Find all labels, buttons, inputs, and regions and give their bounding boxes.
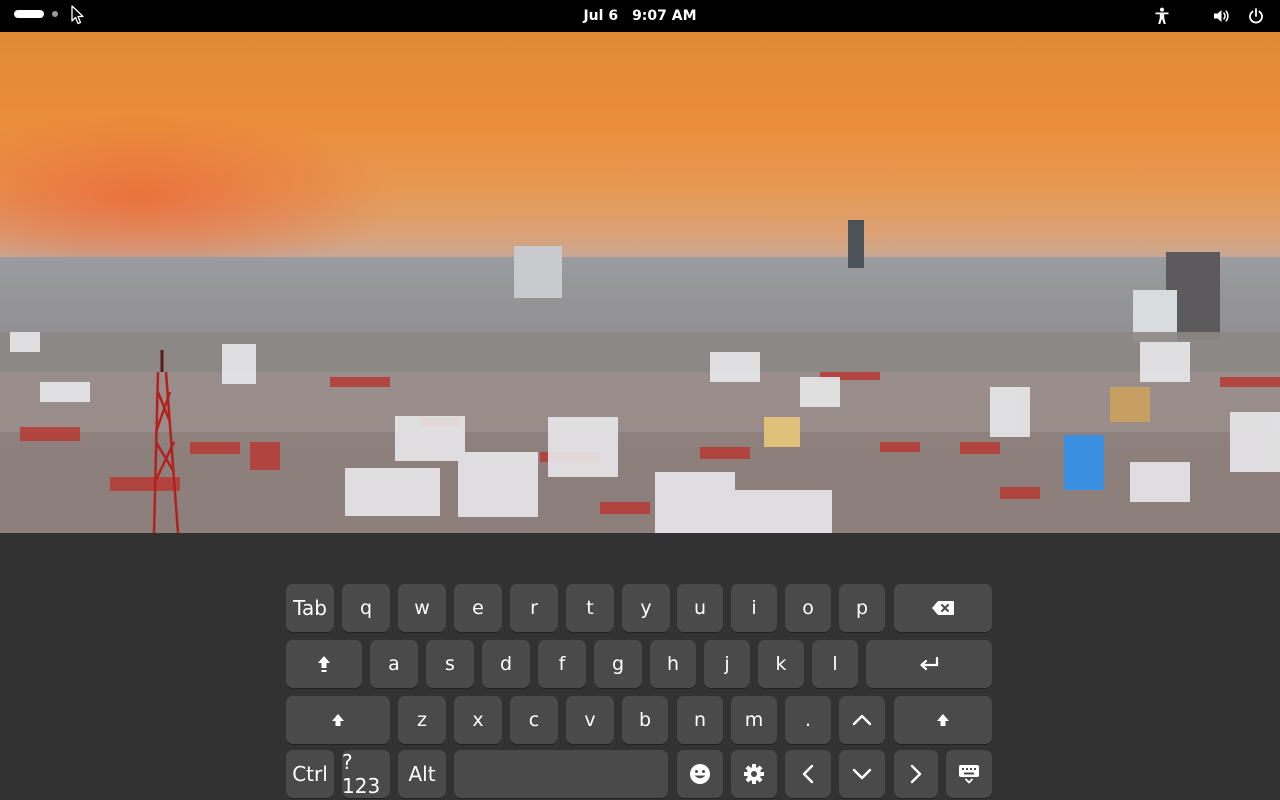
key-backspace[interactable] bbox=[894, 584, 992, 632]
key-up-arrow[interactable] bbox=[839, 696, 885, 744]
key-k[interactable]: k bbox=[758, 640, 804, 688]
key-x[interactable]: x bbox=[454, 696, 502, 744]
key-e[interactable]: e bbox=[454, 584, 502, 632]
key-l[interactable]: l bbox=[812, 640, 858, 688]
key-g[interactable]: g bbox=[594, 640, 642, 688]
key-p[interactable]: p bbox=[839, 584, 885, 632]
shift-icon bbox=[317, 655, 331, 673]
key-enter[interactable] bbox=[866, 640, 992, 688]
key-ctrl[interactable]: Ctrl bbox=[286, 750, 334, 798]
key-h[interactable]: h bbox=[650, 640, 696, 688]
key-v[interactable]: v bbox=[566, 696, 614, 744]
down-arrow-icon bbox=[852, 768, 872, 780]
key-left-arrow[interactable] bbox=[785, 750, 831, 798]
key-r[interactable]: r bbox=[510, 584, 558, 632]
key-shift-left[interactable] bbox=[286, 696, 390, 744]
workspace-indicator bbox=[52, 11, 58, 17]
key-c[interactable]: c bbox=[510, 696, 558, 744]
key-q[interactable]: q bbox=[342, 584, 390, 632]
key-space[interactable] bbox=[454, 750, 668, 798]
on-screen-keyboard: Tab q w e r t y u i o p a s d f g h j k … bbox=[0, 533, 1280, 800]
mouse-pointer-icon bbox=[71, 5, 85, 29]
key-alt[interactable]: Alt bbox=[398, 750, 446, 798]
key-right-arrow[interactable] bbox=[894, 750, 938, 798]
settings-gear-icon bbox=[743, 763, 765, 785]
hide-keyboard-icon bbox=[958, 764, 980, 784]
city-skyline-graphic bbox=[0, 220, 1280, 533]
enter-icon bbox=[918, 656, 940, 672]
key-s[interactable]: s bbox=[426, 640, 474, 688]
accessibility-icon[interactable] bbox=[1152, 6, 1172, 26]
up-arrow-icon bbox=[852, 714, 872, 726]
key-symbols[interactable]: ?123 bbox=[342, 750, 390, 798]
key-settings[interactable] bbox=[731, 750, 777, 798]
key-shift-right[interactable] bbox=[894, 696, 992, 744]
key-n[interactable]: n bbox=[677, 696, 723, 744]
key-y[interactable]: y bbox=[622, 584, 670, 632]
key-u[interactable]: u bbox=[677, 584, 723, 632]
key-down-arrow[interactable] bbox=[839, 750, 885, 798]
shift-icon bbox=[936, 713, 950, 727]
key-i[interactable]: i bbox=[731, 584, 777, 632]
key-a[interactable]: a bbox=[370, 640, 418, 688]
system-tray[interactable] bbox=[1152, 6, 1266, 26]
key-tab[interactable]: Tab bbox=[286, 584, 334, 632]
key-b[interactable]: b bbox=[622, 696, 668, 744]
key-w[interactable]: w bbox=[398, 584, 446, 632]
key-hide-keyboard[interactable] bbox=[946, 750, 992, 798]
key-z[interactable]: z bbox=[398, 696, 446, 744]
workspace-indicator-active bbox=[14, 10, 44, 18]
desktop-wallpaper bbox=[0, 32, 1280, 533]
key-d[interactable]: d bbox=[482, 640, 530, 688]
emoji-icon bbox=[689, 763, 711, 785]
key-m[interactable]: m bbox=[731, 696, 777, 744]
key-j[interactable]: j bbox=[704, 640, 750, 688]
key-o[interactable]: o bbox=[785, 584, 831, 632]
shift-icon bbox=[331, 713, 345, 727]
key-emoji[interactable] bbox=[677, 750, 723, 798]
key-t[interactable]: t bbox=[566, 584, 614, 632]
activities-button[interactable] bbox=[14, 10, 58, 18]
volume-icon[interactable] bbox=[1212, 6, 1232, 26]
power-icon[interactable] bbox=[1246, 6, 1266, 26]
key-period[interactable]: . bbox=[785, 696, 831, 744]
key-shift-left-row2[interactable] bbox=[286, 640, 362, 688]
clock-date[interactable]: Jul 6 bbox=[583, 8, 618, 24]
right-arrow-icon bbox=[910, 764, 922, 784]
backspace-icon bbox=[931, 600, 955, 616]
clock-time[interactable]: 9:07 AM bbox=[632, 8, 696, 24]
key-f[interactable]: f bbox=[538, 640, 586, 688]
left-arrow-icon bbox=[802, 764, 814, 784]
top-bar: Jul 6 9:07 AM bbox=[0, 0, 1280, 32]
date-time-clock[interactable]: Jul 6 9:07 AM bbox=[0, 0, 1280, 32]
